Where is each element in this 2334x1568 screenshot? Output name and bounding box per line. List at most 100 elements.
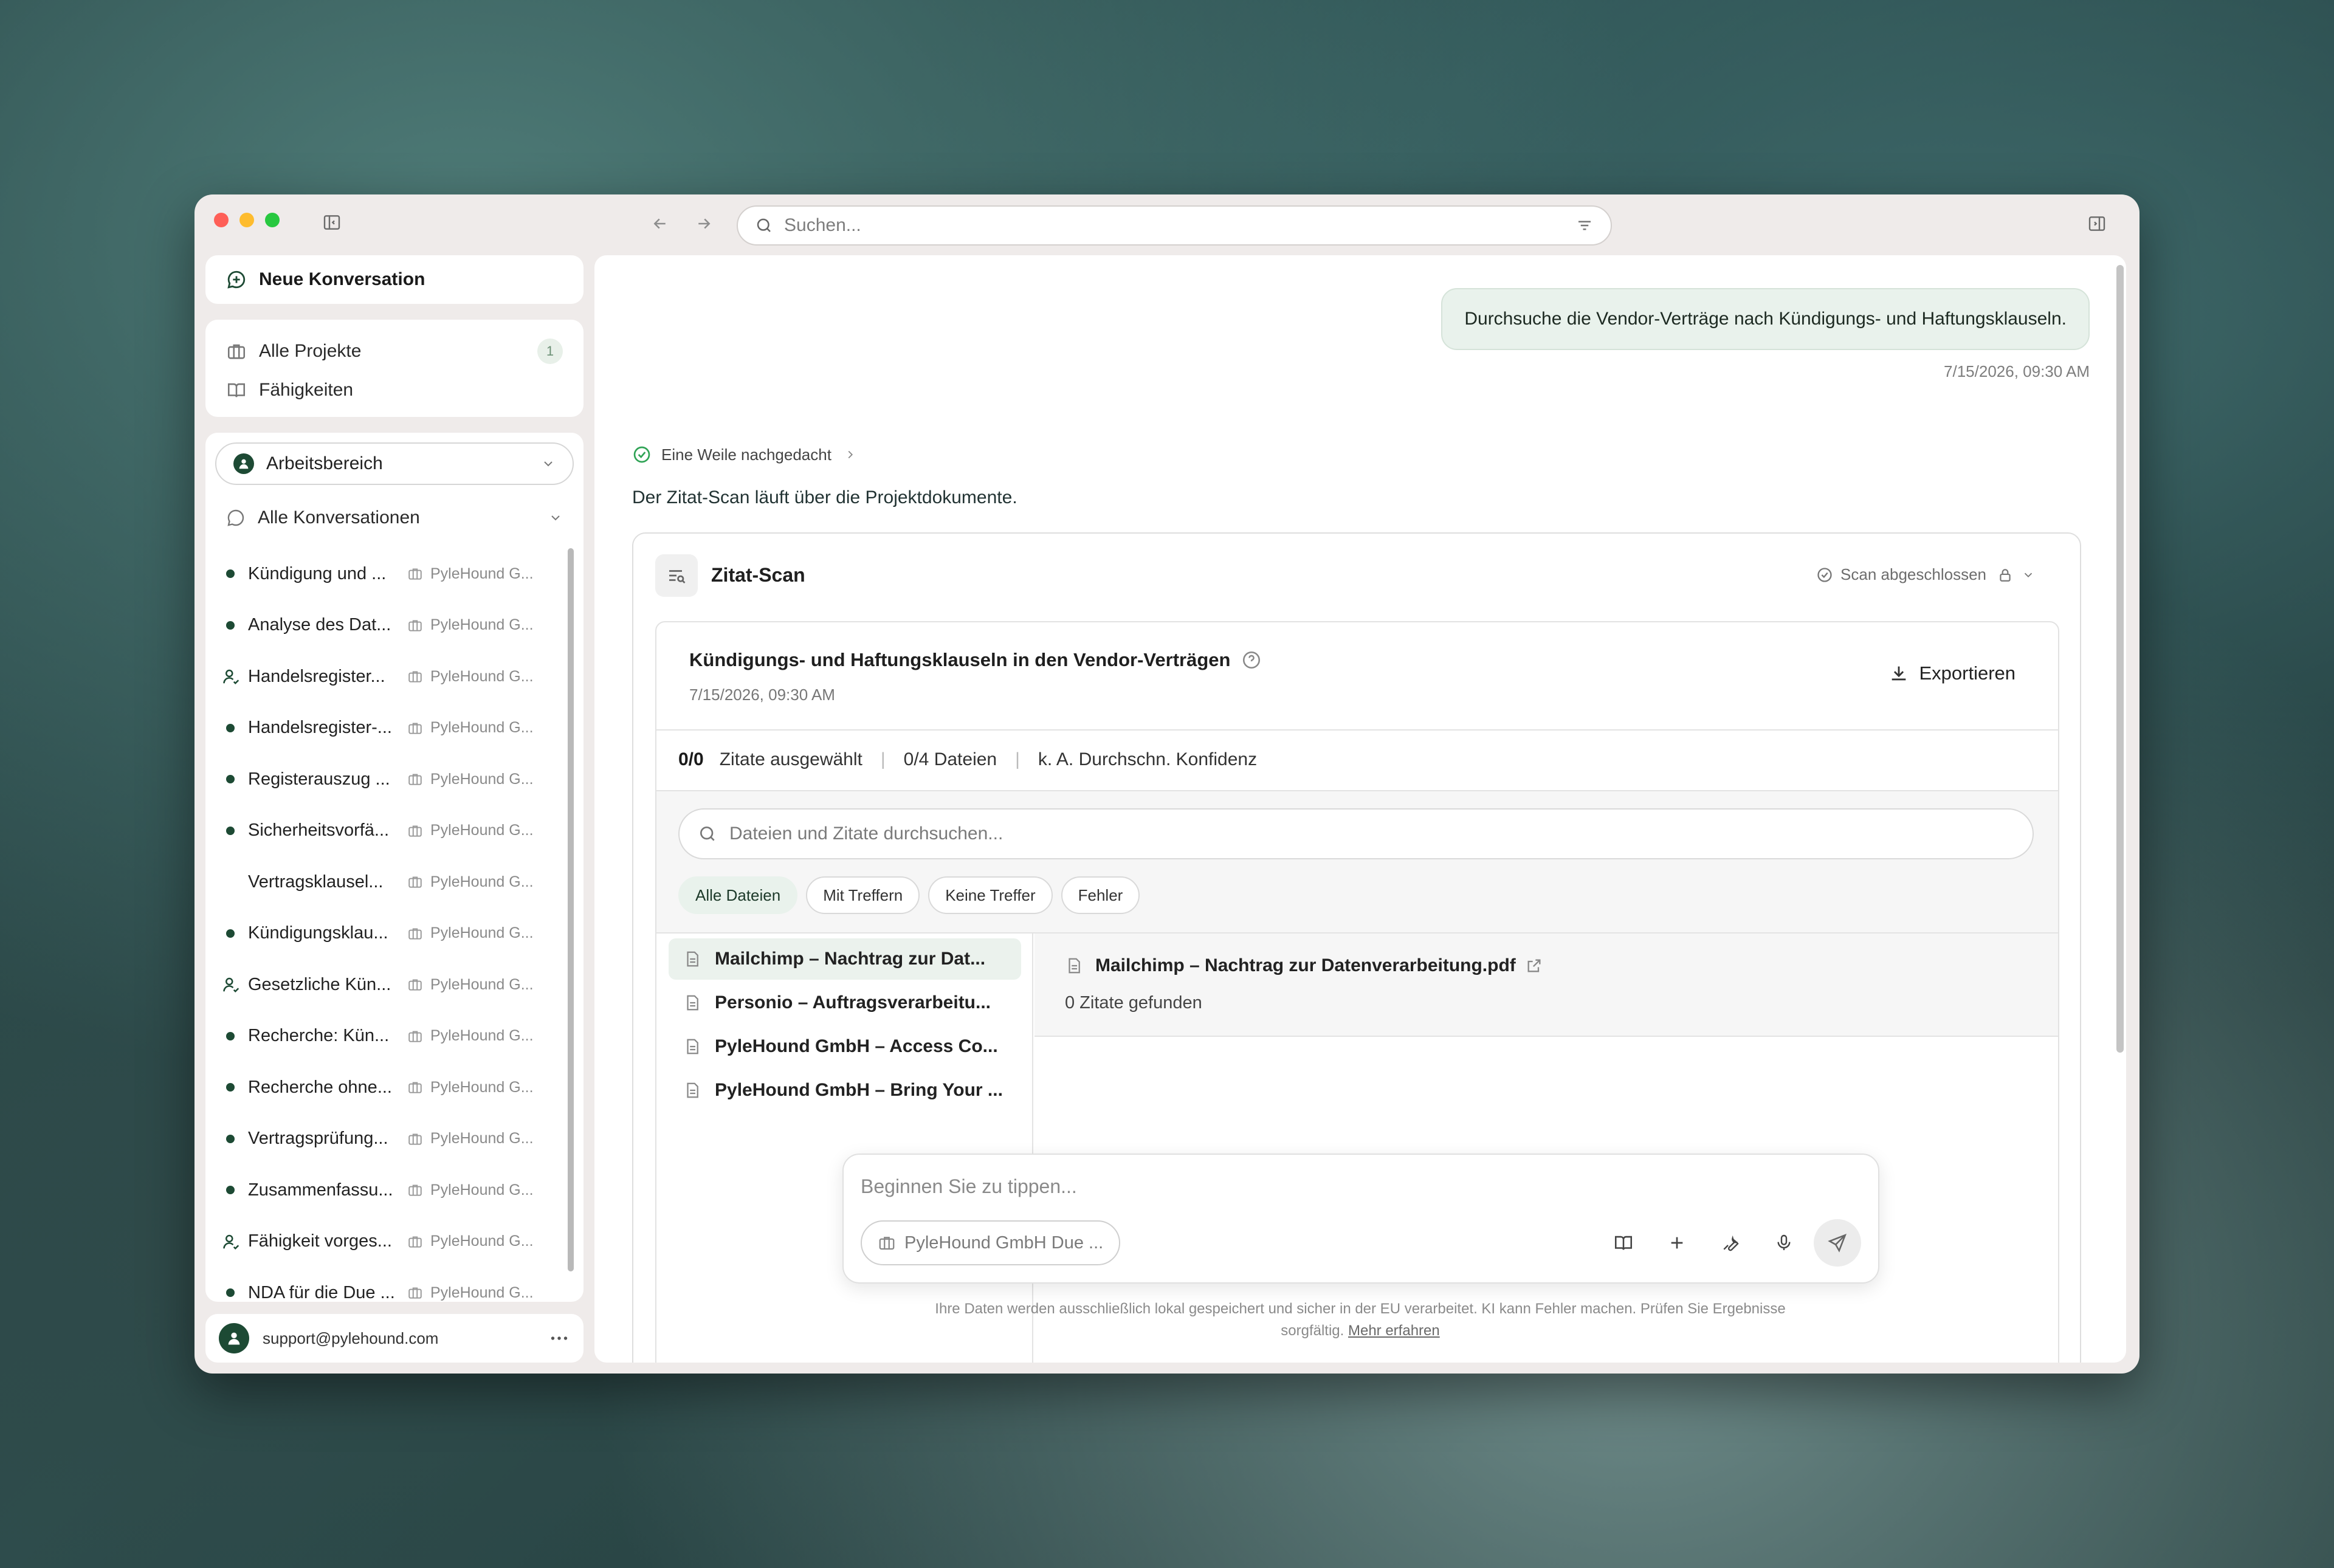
conversation-item[interactable]: Kündigungsklau... PyleHound G... [205,908,558,959]
thinking-toggle[interactable]: Eine Weile nachgedacht [632,445,857,464]
file-item[interactable]: Mailchimp – Nachtrag zur Dat... [669,938,1021,980]
conversation-project-label: PyleHound G... [430,924,534,941]
close-window-button[interactable] [214,213,229,227]
conversation-project: PyleHound G... [407,822,534,839]
right-panel-toggle-icon[interactable] [2086,213,2108,235]
conversation-dot-icon [226,1083,235,1092]
disclaimer-line-1: Ihre Daten werden ausschließlich lokal g… [935,1301,1786,1317]
conversation-item[interactable]: Sicherheitsvorfä... PyleHound G... [205,805,558,856]
conversation-item[interactable]: Handelsregister... PyleHound G... [205,651,558,702]
filter-chip-with-hits[interactable]: Mit Treffern [806,876,920,914]
file-search-field[interactable]: Dateien und Zitate durchsuchen... [678,808,2034,859]
workspace-select[interactable]: Arbeitsbereich [215,442,574,485]
search-input[interactable]: Suchen... [784,215,1575,236]
help-circle-icon[interactable] [1241,650,1262,670]
conversation-title: Recherche: Kün... [248,1026,390,1045]
file-icon [687,995,698,1011]
file-search-input[interactable]: Dateien und Zitate durchsuchen... [729,824,1003,844]
conversation-dot-icon [226,1031,235,1040]
conversation-item[interactable]: Recherche ohne... PyleHound G... [205,1062,558,1113]
sidebar-scrollbar[interactable] [568,548,574,1271]
conversation-item[interactable]: Gesetzliche Kün... PyleHound G... [205,959,558,1010]
conversation-project-label: PyleHound G... [430,616,534,633]
learn-more-link[interactable]: Mehr erfahren [1348,1322,1440,1339]
microphone-icon[interactable] [1760,1219,1808,1267]
sidebar-item-all-projects[interactable]: Alle Projekte 1 [226,332,563,371]
conversation-dot-icon [226,621,235,630]
back-arrow-icon[interactable] [649,213,671,235]
filter-chip-errors[interactable]: Fehler [1061,876,1140,914]
account-bar[interactable]: support@pylehound.com [205,1314,584,1363]
filter-icon[interactable] [1575,216,1594,235]
disclaimer-line-2: sorgfältig. [1281,1322,1344,1339]
conversation-item[interactable]: Recherche: Kün... PyleHound G... [205,1011,558,1062]
file-item[interactable]: PyleHound GmbH – Access Co... [669,1026,1021,1067]
conversation-title: Handelsregister... [248,666,385,686]
conversation-item[interactable]: Zusammenfassu... PyleHound G... [205,1164,558,1216]
briefcase-icon [407,1182,423,1198]
sidebar-item-skills[interactable]: Fähigkeiten [226,371,563,410]
message-input[interactable]: Beginnen Sie zu tippen... [861,1175,1077,1198]
global-search[interactable]: Suchen... [737,205,1612,246]
file-item[interactable]: Personio – Auftragsverarbeitu... [669,982,1021,1023]
main-scroll-thumb[interactable] [2116,265,2124,1053]
scan-status[interactable]: Scan abgeschlossen [1816,565,2035,584]
new-conversation-label: Neue Konversation [259,269,425,289]
navigation-card: Alle Projekte 1 Fähigkeiten [205,320,584,417]
shared-user-icon [222,975,248,994]
files-count: 0/4 Dateien [903,749,997,769]
conversation-project: PyleHound G... [407,771,534,788]
conversation-item[interactable]: NDA für die Due ... PyleHound G... [205,1267,558,1302]
conversation-item[interactable]: Analyse des Dat... PyleHound G... [205,600,558,651]
conversation-dot-icon [226,723,235,732]
conversation-item[interactable]: Vertragsprüfung... PyleHound G... [205,1113,558,1164]
conversation-dot-icon [226,929,235,938]
export-button[interactable]: Exportieren [1888,662,2016,684]
new-conversation-button[interactable]: Neue Konversation [205,255,584,304]
filter-chip-all-files[interactable]: Alle Dateien [678,876,798,914]
skills-label: Fähigkeiten [259,380,354,400]
conversation-project-label: PyleHound G... [430,1284,534,1301]
more-options-icon[interactable] [548,1327,570,1349]
chevron-right-icon [844,448,857,461]
conversation-item[interactable]: Vertragsklausel... PyleHound G... [205,856,558,907]
briefcase-icon [878,1234,896,1252]
chevron-down-icon [541,456,556,471]
conversation-item[interactable]: Handelsregister-... PyleHound G... [205,703,558,754]
file-icon [1069,958,1080,974]
filter-chip-no-hits[interactable]: Keine Treffer [928,876,1053,914]
sidebar-toggle-icon[interactable] [321,211,343,233]
conversation-project: PyleHound G... [407,1181,534,1199]
conversation-title: Kündigung und ... [248,563,387,583]
all-conversations-header[interactable]: Alle Konversationen [226,500,563,536]
main-scrollbar[interactable] [2116,265,2124,1053]
lock-icon [1997,567,2013,583]
conversation-dot-icon [226,569,235,578]
briefcase-icon [407,874,423,890]
thinking-label: Eine Weile nachgedacht [661,445,831,464]
zoom-window-button[interactable] [265,213,280,227]
conversation-item[interactable]: Kündigung und ... PyleHound G... [205,548,558,599]
workspace-label: Arbeitsbereich [266,453,383,473]
forward-arrow-icon[interactable] [693,213,715,235]
all-conversations-label: Alle Konversationen [258,507,420,528]
conversation-title: Fähigkeit vorges... [248,1231,392,1251]
minimize-window-button[interactable] [239,213,254,227]
attach-plus-icon[interactable] [1653,1219,1701,1267]
conversation-project: PyleHound G... [407,1284,534,1302]
external-link-icon[interactable] [1526,957,1543,974]
chevron-down-icon [548,511,563,525]
send-icon[interactable] [1814,1219,1861,1267]
tools-wrench-icon[interactable] [1707,1219,1754,1267]
briefcase-icon [407,926,423,941]
file-item[interactable]: PyleHound GmbH – Bring Your ... [669,1070,1021,1111]
conversation-item[interactable]: Fähigkeit vorges... PyleHound G... [205,1216,558,1267]
skills-book-icon[interactable] [1600,1219,1647,1267]
main-panel: Durchsuche die Vendor-Verträge nach Künd… [594,255,2126,1363]
conversation-item[interactable]: Registerauszug ... PyleHound G... [205,754,558,805]
user-avatar-icon [233,453,254,474]
project-chip[interactable]: PyleHound GmbH Due ... [861,1220,1121,1265]
sidebar-scroll-thumb[interactable] [568,548,574,1271]
briefcase-icon [407,720,423,736]
conversation-project-label: PyleHound G... [430,975,534,993]
